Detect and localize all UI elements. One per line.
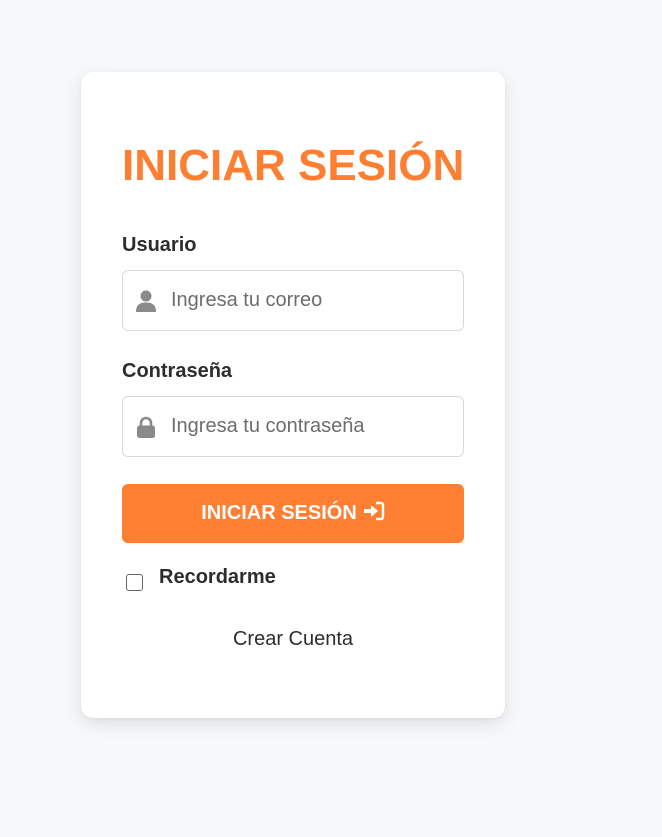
password-label: Contraseña [122, 360, 233, 382]
user-label: Usuario [122, 234, 197, 256]
password-field[interactable] [122, 396, 464, 457]
remember-label: Recordarme [159, 566, 276, 588]
page-title: INICIAR SESIÓN [122, 141, 465, 190]
email-input[interactable] [171, 271, 456, 330]
lock-icon [135, 416, 157, 438]
login-button-label: INICIAR SESIÓN [201, 502, 357, 524]
login-card: INICIAR SESIÓN Usuario Contraseña INICIA… [81, 72, 505, 718]
remember-me: Recordarme [126, 564, 276, 591]
login-button[interactable]: INICIAR SESIÓN [122, 484, 464, 543]
remember-checkbox[interactable] [126, 574, 143, 591]
password-input[interactable] [171, 397, 456, 456]
create-account-link[interactable]: Crear Cuenta [81, 628, 505, 651]
user-field[interactable] [122, 270, 464, 331]
sign-in-icon [363, 501, 385, 527]
user-icon [135, 290, 157, 312]
